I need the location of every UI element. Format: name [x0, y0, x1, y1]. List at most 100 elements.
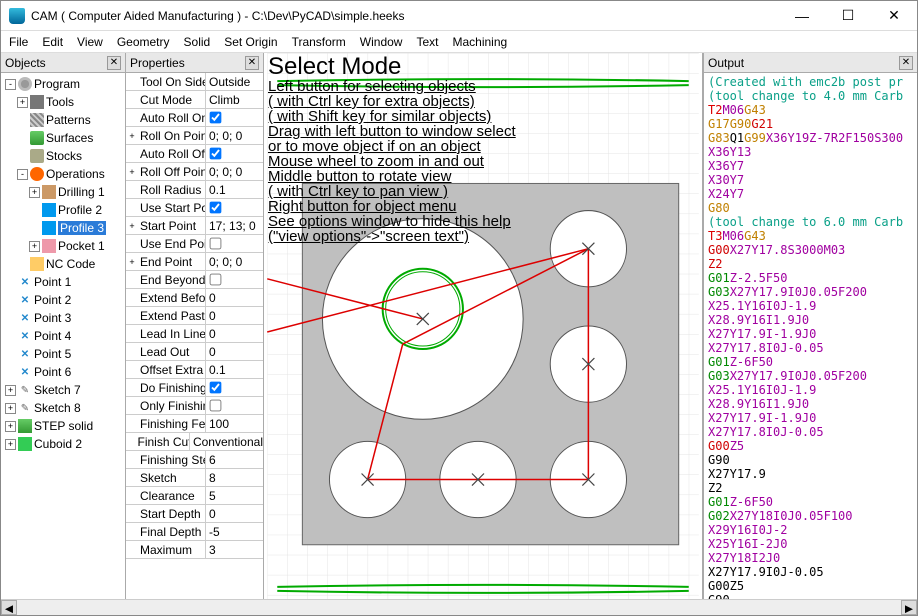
tree-item[interactable]: +STEP solid [5, 417, 125, 435]
property-row[interactable]: Finishing Feedrate100 [126, 415, 263, 433]
property-value[interactable]: Climb [206, 93, 263, 107]
tree-item[interactable]: +✕Point 3 [5, 309, 125, 327]
output-hscroll[interactable]: ◄► [1, 599, 917, 615]
property-row[interactable]: Cut ModeClimb [126, 91, 263, 109]
expander-icon[interactable]: + [5, 421, 16, 432]
expander-icon[interactable]: + [5, 403, 16, 414]
tree-item[interactable]: +✕Point 6 [5, 363, 125, 381]
property-value[interactable]: 0; 0; 0 [206, 129, 263, 143]
property-row[interactable]: Clearance5 [126, 487, 263, 505]
property-value[interactable]: Conventional [190, 435, 263, 449]
objects-close-icon[interactable]: ✕ [107, 56, 121, 70]
menu-window[interactable]: Window [360, 35, 403, 49]
property-row[interactable]: Lead Out0 [126, 343, 263, 361]
property-value[interactable]: 0.1 [206, 183, 263, 197]
property-value[interactable]: 17; 13; 0 [206, 219, 263, 233]
property-value[interactable]: 0 [206, 507, 263, 521]
property-row[interactable]: Auto Roll Off [126, 145, 263, 163]
property-value[interactable] [206, 273, 263, 286]
tree-item[interactable]: +NC Code [5, 255, 125, 273]
property-row[interactable]: +Start Point17; 13; 0 [126, 217, 263, 235]
property-row[interactable]: +End Point0; 0; 0 [126, 253, 263, 271]
menu-file[interactable]: File [9, 35, 28, 49]
expander-icon[interactable]: + [29, 187, 40, 198]
property-value[interactable]: 0; 0; 0 [206, 255, 263, 269]
property-value[interactable]: 3 [206, 543, 263, 557]
tree-item[interactable]: +Tools [5, 93, 125, 111]
menu-edit[interactable]: Edit [42, 35, 63, 49]
tree-item[interactable]: +Profile 3 [5, 219, 125, 237]
tree-item[interactable]: +Surfaces [5, 129, 125, 147]
property-value[interactable] [206, 237, 263, 250]
menu-text[interactable]: Text [416, 35, 438, 49]
output-close-icon[interactable]: ✕ [899, 56, 913, 70]
expander-icon[interactable]: + [126, 167, 138, 177]
tree-item[interactable]: +Pocket 1 [5, 237, 125, 255]
property-value[interactable]: 100 [206, 417, 263, 431]
property-row[interactable]: Tool On SideOutside [126, 73, 263, 91]
property-row[interactable]: Do Finishing [126, 379, 263, 397]
property-value[interactable]: 6 [206, 453, 263, 467]
property-row[interactable]: Final Depth-5 [126, 523, 263, 541]
property-row[interactable]: Auto Roll On [126, 109, 263, 127]
property-value[interactable]: 0; 0; 0 [206, 165, 263, 179]
property-value[interactable] [206, 201, 263, 214]
expander-icon[interactable]: + [29, 241, 40, 252]
properties-close-icon[interactable]: ✕ [245, 56, 259, 70]
tree-item[interactable]: +✕Point 1 [5, 273, 125, 291]
output-text[interactable]: (Created with emc2b post pr(tool change … [704, 73, 917, 615]
property-row[interactable]: Finish CutConventional [126, 433, 263, 451]
tree-item[interactable]: +✕Point 4 [5, 327, 125, 345]
menu-transform[interactable]: Transform [292, 35, 346, 49]
tree-item[interactable]: -Operations [5, 165, 125, 183]
property-row[interactable]: Offset Extra0.1 [126, 361, 263, 379]
expander-icon[interactable]: + [126, 131, 138, 141]
property-row[interactable]: Finishing Step6 [126, 451, 263, 469]
property-value[interactable] [206, 147, 263, 160]
close-button[interactable]: ✕ [871, 1, 917, 31]
property-value[interactable]: 0 [206, 291, 263, 305]
canvas-panel[interactable]: Select Mode Left button for selecting ob… [264, 53, 703, 615]
expander-icon[interactable]: + [5, 385, 16, 396]
property-row[interactable]: Use End Point [126, 235, 263, 253]
property-value[interactable]: 0 [206, 345, 263, 359]
property-row[interactable]: Start Depth0 [126, 505, 263, 523]
expander-icon[interactable]: - [5, 79, 16, 90]
minimize-button[interactable]: — [779, 1, 825, 31]
menu-machining[interactable]: Machining [453, 35, 508, 49]
menu-view[interactable]: View [77, 35, 103, 49]
property-row[interactable]: +Roll On Point0; 0; 0 [126, 127, 263, 145]
property-row[interactable]: End Beyond [126, 271, 263, 289]
property-value[interactable]: 0.1 [206, 363, 263, 377]
tree-item[interactable]: +Patterns [5, 111, 125, 129]
property-value[interactable]: 0 [206, 327, 263, 341]
property-value[interactable] [206, 381, 263, 394]
expander-icon[interactable]: + [126, 221, 138, 231]
property-row[interactable]: Only Finishing [126, 397, 263, 415]
expander-icon[interactable]: + [17, 97, 28, 108]
maximize-button[interactable]: ☐ [825, 1, 871, 31]
menu-geometry[interactable]: Geometry [117, 35, 170, 49]
property-row[interactable]: Sketch8 [126, 469, 263, 487]
tree-item[interactable]: +✕Point 2 [5, 291, 125, 309]
tree-item[interactable]: +Stocks [5, 147, 125, 165]
property-row[interactable]: Maximum3 [126, 541, 263, 559]
property-value[interactable]: 0 [206, 309, 263, 323]
properties-grid[interactable]: Tool On SideOutsideCut ModeClimbAuto Rol… [126, 73, 263, 615]
property-value[interactable] [206, 111, 263, 124]
property-value[interactable]: 8 [206, 471, 263, 485]
property-value[interactable] [206, 399, 263, 412]
expander-icon[interactable]: + [126, 257, 138, 267]
property-row[interactable]: Roll Radius0.1 [126, 181, 263, 199]
object-tree[interactable]: -Program+Tools+Patterns+Surfaces+Stocks-… [1, 73, 125, 615]
property-row[interactable]: +Roll Off Point0; 0; 0 [126, 163, 263, 181]
property-row[interactable]: Extend Before0 [126, 289, 263, 307]
tree-item[interactable]: +✎Sketch 8 [5, 399, 125, 417]
property-value[interactable]: 5 [206, 489, 263, 503]
menu-solid[interactable]: Solid [184, 35, 211, 49]
property-row[interactable]: Extend Past0 [126, 307, 263, 325]
property-row[interactable]: Lead In Line0 [126, 325, 263, 343]
expander-icon[interactable]: - [17, 169, 28, 180]
tree-item[interactable]: -Program [5, 75, 125, 93]
tree-item[interactable]: +✕Point 5 [5, 345, 125, 363]
